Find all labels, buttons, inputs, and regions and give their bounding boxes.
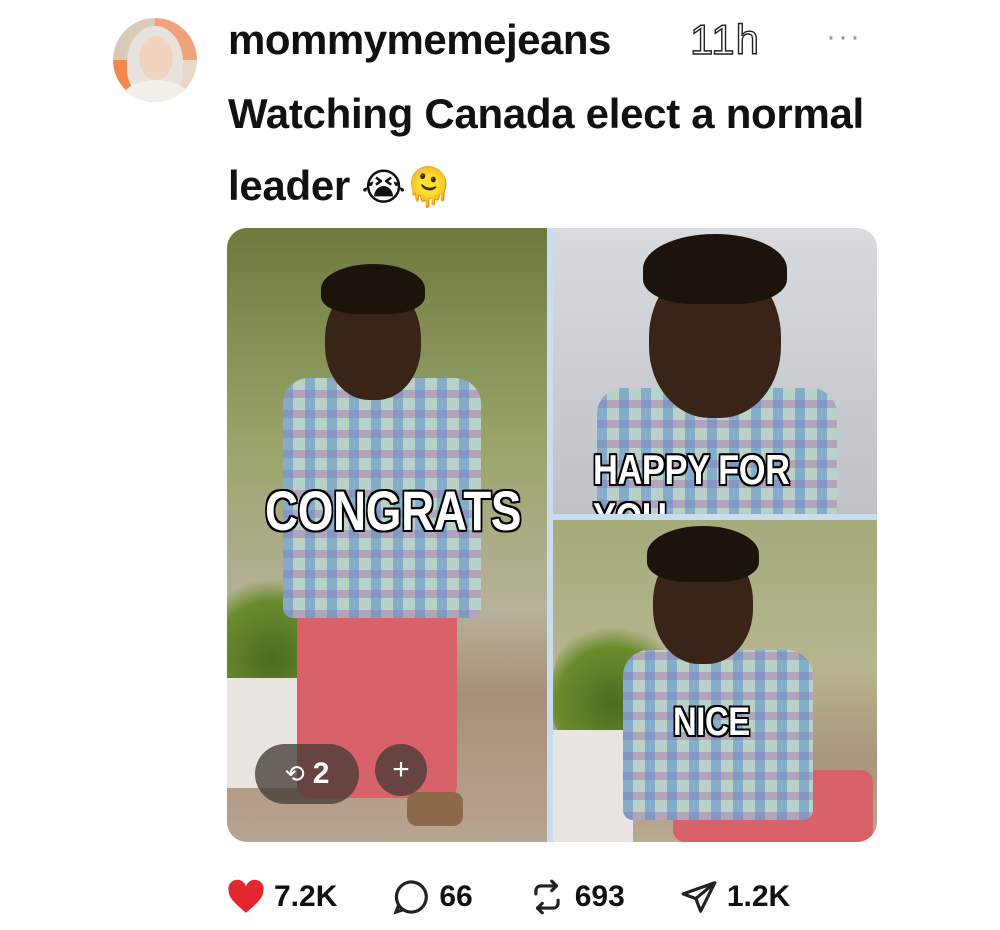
share-button[interactable]: 1.2K — [679, 877, 790, 917]
media-grid[interactable]: CONGRATS ⟲ 2 + HAPPY FOR YOU NICE — [227, 228, 877, 842]
username[interactable]: mommymemejeans — [228, 16, 611, 64]
repost-chip-count: 2 — [312, 757, 330, 790]
meme-caption-nice: NICE — [673, 700, 750, 744]
repost-icon — [527, 877, 567, 917]
post-caption: Watching Canada elect a normal leader 😭🫠 — [228, 78, 868, 223]
repost-count: 693 — [574, 880, 625, 913]
avatar[interactable] — [113, 18, 197, 102]
meme-panel-happy[interactable]: HAPPY FOR YOU — [553, 228, 877, 514]
caption-emojis: 😭🫠 — [361, 165, 453, 209]
meme-caption-congrats: CONGRATS — [265, 479, 522, 542]
timestamp: 11h — [689, 15, 760, 63]
action-bar: 7.2K 66 693 1.2K — [226, 872, 844, 922]
caption-text: Watching Canada elect a normal leader — [228, 90, 864, 209]
reply-count: 66 — [439, 880, 473, 913]
plus-icon[interactable]: + — [375, 744, 427, 796]
meme-panel-nice[interactable]: NICE — [553, 520, 877, 842]
share-count: 1.2K — [726, 880, 791, 913]
share-icon — [679, 877, 719, 917]
more-icon[interactable]: ··· — [826, 20, 862, 54]
repost-icon: ⟲ — [284, 760, 305, 788]
repost-chip[interactable]: ⟲ 2 — [255, 744, 359, 804]
meme-panel-congrats[interactable]: CONGRATS ⟲ 2 + — [227, 228, 547, 842]
reply-button[interactable]: 66 — [391, 877, 473, 917]
repost-button[interactable]: 693 — [527, 877, 625, 917]
like-count: 7.2K — [274, 880, 338, 913]
heart-icon — [226, 877, 266, 917]
reply-icon — [391, 877, 431, 917]
like-button[interactable]: 7.2K — [226, 877, 337, 917]
meme-caption-happy: HAPPY FOR YOU — [593, 446, 790, 514]
